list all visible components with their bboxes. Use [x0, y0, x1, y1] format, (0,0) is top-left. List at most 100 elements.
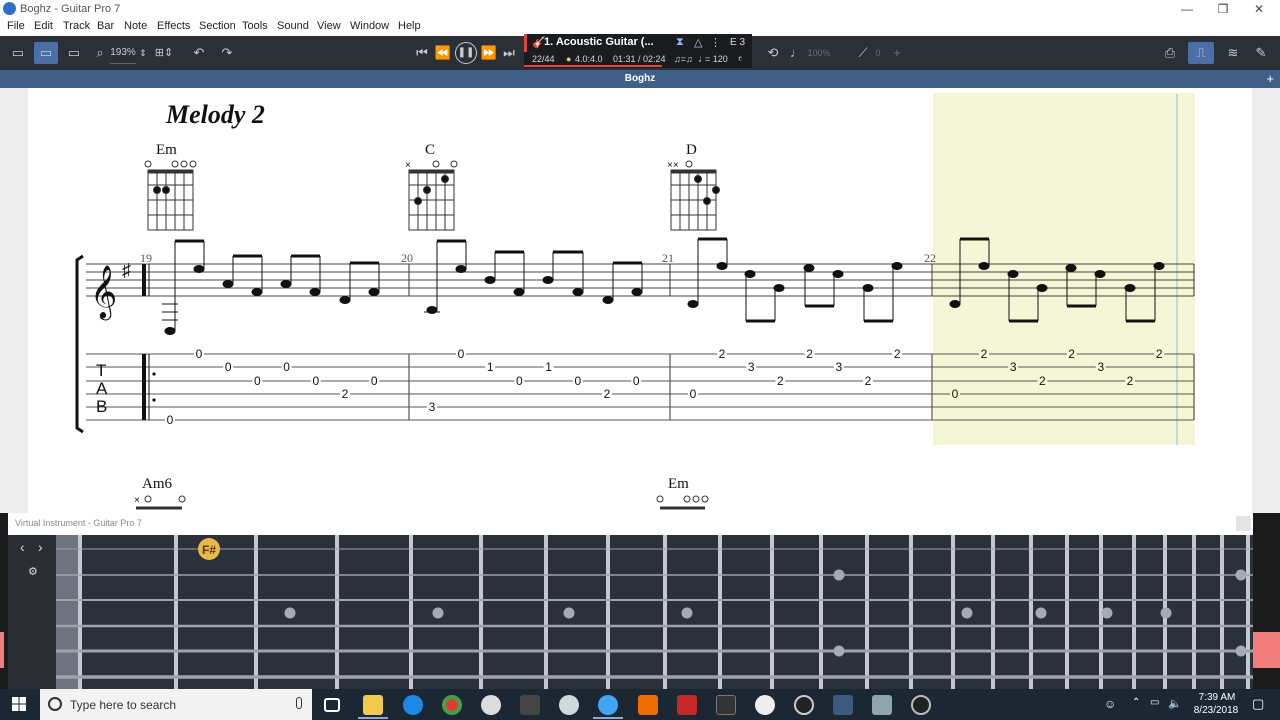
rewind-icon[interactable]: ⏪	[434, 42, 452, 64]
fast-forward-icon[interactable]: ⏩	[480, 42, 498, 64]
bar-20-notes[interactable]	[424, 239, 643, 314]
tab-fret-number[interactable]: 2	[865, 374, 872, 388]
layout-mode-icon[interactable]: ⊞⇕	[152, 42, 176, 64]
midi-app-icon[interactable]	[520, 695, 540, 715]
file-explorer-icon[interactable]	[363, 695, 383, 715]
metronome-icon[interactable]: △	[694, 36, 702, 49]
redo-icon[interactable]: ↷	[216, 42, 238, 64]
tab-fret-number[interactable]: 2	[719, 347, 726, 361]
tab-fret-number[interactable]: 3	[748, 360, 755, 374]
menu-tools[interactable]: Tools	[242, 20, 268, 32]
tab-fret-number[interactable]: 0	[196, 347, 203, 361]
tab-fret-number[interactable]: 0	[574, 374, 581, 388]
app-icon[interactable]	[481, 695, 501, 715]
volume-icon[interactable]: 🔈	[1168, 697, 1182, 710]
clock-time[interactable]: 7:39 AM	[1192, 692, 1242, 703]
new-tab-icon[interactable]: +	[1266, 70, 1274, 88]
tab-fret-number[interactable]: 0	[312, 374, 319, 388]
notifications-icon[interactable]: ▢	[1252, 696, 1264, 712]
menu-effects[interactable]: Effects	[157, 20, 190, 32]
app-icon[interactable]	[872, 695, 892, 715]
virtual-instrument-close-button[interactable]	[1236, 516, 1251, 531]
go-to-start-icon[interactable]: ⏮	[414, 42, 430, 64]
chord-name[interactable]: Em	[156, 142, 177, 158]
capo-field[interactable]: 0	[873, 42, 883, 64]
zoom-icon[interactable]: ⌕	[92, 42, 108, 64]
windows-start-icon[interactable]	[12, 697, 26, 711]
close-button[interactable]: ✕	[1244, 1, 1274, 17]
document-tab[interactable]: Boghz	[625, 73, 656, 84]
tab-fret-number[interactable]: 0	[516, 374, 523, 388]
battery-icon[interactable]: ▭	[1150, 697, 1159, 708]
audio-wave-icon[interactable]: ≋	[1222, 42, 1244, 64]
left-panel-toggle-icon[interactable]: ▭	[8, 42, 28, 64]
menu-sound[interactable]: Sound	[277, 20, 309, 32]
menu-track[interactable]: Track	[63, 20, 90, 32]
add-icon[interactable]: +	[890, 42, 904, 64]
score-page[interactable]: Melody 2 Em C D × ×× 𝄞 ♯ 19 20 21 22 T A…	[28, 88, 1252, 513]
tab-fret-number[interactable]: 2	[1039, 374, 1046, 388]
loop-icon[interactable]: ⟲	[762, 42, 784, 64]
tab-fret-number[interactable]: 0	[225, 360, 232, 374]
app-icon[interactable]	[677, 695, 697, 715]
go-to-end-icon[interactable]: ⏭	[501, 42, 517, 64]
metronome-note-icon[interactable]: ♩	[790, 42, 803, 64]
tab-fret-number[interactable]: 2	[894, 347, 901, 361]
tab-fret-number[interactable]: 1	[487, 360, 494, 374]
tab-fret-number[interactable]: 2	[604, 387, 611, 401]
guitar-fretboard[interactable]: F#	[56, 535, 1253, 689]
guitar-pro-taskbar-icon[interactable]	[598, 695, 618, 715]
tuner-icon[interactable]: ⟋	[855, 42, 871, 64]
active-note-marker[interactable]: F#	[198, 538, 220, 560]
tab-fret-number[interactable]: 0	[633, 374, 640, 388]
tab-fret-number[interactable]: 2	[342, 387, 349, 401]
tab-fret-number[interactable]: 2	[777, 374, 784, 388]
chord-name[interactable]: C	[425, 142, 435, 158]
tab-fret-number[interactable]: 0	[371, 374, 378, 388]
menu-note[interactable]: Note	[124, 20, 147, 32]
tab-fret-number[interactable]: 0	[952, 387, 959, 401]
lcd-display[interactable]: 🎸 1. Acoustic Guitar (... ⧗ △ ⋮ E 3 22/4…	[524, 34, 752, 68]
tab-fret-number[interactable]: 1	[545, 360, 552, 374]
page-view-icon[interactable]: ▭	[34, 42, 58, 64]
tab-fret-number[interactable]: 3	[1097, 360, 1104, 374]
app-icon[interactable]	[833, 695, 853, 715]
right-panel-toggle-icon[interactable]: ▭	[64, 42, 84, 64]
ableton-live-icon[interactable]	[716, 695, 736, 715]
task-view-icon[interactable]	[324, 698, 340, 712]
edit-pen-icon[interactable]: ✎	[1250, 42, 1272, 64]
tab-fret-number[interactable]: 0	[458, 347, 465, 361]
print-icon[interactable]: ⎙	[1160, 42, 1180, 64]
zoom-field[interactable]: 193%	[110, 42, 136, 64]
tab-fret-number[interactable]: 0	[167, 413, 174, 427]
prev-instrument-icon[interactable]: ‹	[20, 539, 25, 555]
app-icon[interactable]	[638, 695, 658, 715]
edge-icon[interactable]	[403, 695, 423, 715]
app-icon[interactable]	[755, 695, 775, 715]
tab-fret-number[interactable]: 2	[1068, 347, 1075, 361]
tab-fret-number[interactable]: 0	[254, 374, 261, 388]
hourglass-icon[interactable]: ⧗	[676, 36, 684, 49]
chevron-up-icon[interactable]: ⌃	[1132, 697, 1140, 708]
chrome-icon[interactable]	[442, 695, 462, 715]
app-icon[interactable]	[911, 695, 931, 715]
menu-window[interactable]: Window	[350, 20, 389, 32]
zoom-stepper-icon[interactable]: ⇕	[138, 42, 148, 64]
more-options-icon[interactable]: ⋮	[710, 36, 721, 49]
app-icon[interactable]	[794, 695, 814, 715]
guitar-view-icon[interactable]: ⎍	[1188, 42, 1214, 64]
microphone-icon[interactable]	[296, 697, 302, 709]
chord-name[interactable]: Em	[668, 476, 689, 492]
menu-file[interactable]: File	[7, 20, 25, 32]
maximize-button[interactable]: ❐	[1208, 1, 1238, 17]
clock-date[interactable]: 8/23/2018	[1190, 705, 1242, 716]
tab-fret-number[interactable]: 3	[835, 360, 842, 374]
minimize-button[interactable]: —	[1172, 1, 1202, 17]
next-instrument-icon[interactable]: ›	[38, 539, 43, 555]
menu-section[interactable]: Section	[199, 20, 236, 32]
relative-speed-field[interactable]: 100%	[805, 42, 833, 64]
menu-edit[interactable]: Edit	[34, 20, 53, 32]
people-icon[interactable]: ☺	[1104, 697, 1116, 711]
tab-fret-number[interactable]: 2	[1127, 374, 1134, 388]
menu-view[interactable]: View	[317, 20, 341, 32]
